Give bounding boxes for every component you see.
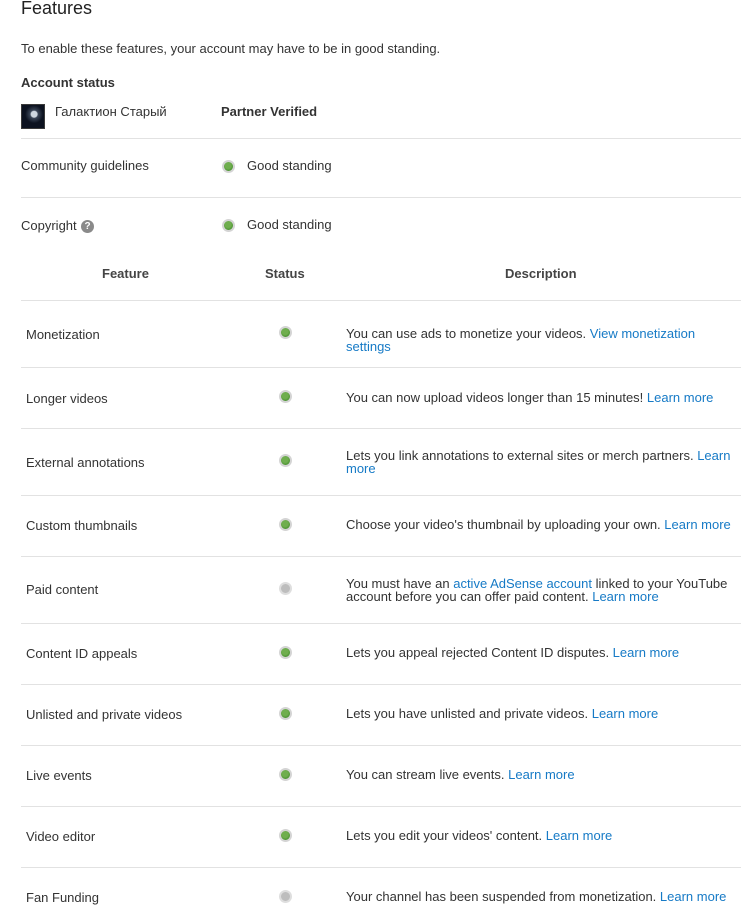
- feature-description: Lets you link annotations to external si…: [346, 449, 736, 475]
- feature-name: Monetization: [26, 327, 100, 342]
- learn-more-link[interactable]: Learn more: [660, 889, 726, 904]
- avatar: [21, 104, 45, 129]
- feature-description: You can use ads to monetize your videos.…: [346, 327, 736, 353]
- learn-more-link[interactable]: Learn more: [592, 589, 658, 604]
- feature-description: You can now upload videos longer than 15…: [346, 391, 736, 404]
- status-dot: [279, 707, 292, 720]
- table-header-description: Description: [505, 266, 577, 281]
- description-text: Lets you link annotations to external si…: [346, 448, 698, 463]
- feature-description: Your channel has been suspended from mon…: [346, 890, 736, 903]
- description-text: You can stream live events.: [346, 767, 509, 782]
- learn-more-link[interactable]: Learn more: [664, 517, 730, 532]
- feature-name: External annotations: [26, 455, 145, 470]
- description-text: Lets you have unlisted and private video…: [346, 706, 592, 721]
- help-icon[interactable]: ?: [81, 220, 94, 233]
- learn-more-link[interactable]: Learn more: [508, 767, 574, 782]
- status-dot: [279, 768, 292, 781]
- learn-more-link[interactable]: Learn more: [546, 828, 612, 843]
- feature-name: Live events: [26, 768, 92, 783]
- account-name: Галактион Старый: [55, 104, 167, 119]
- status-dot: [279, 829, 292, 842]
- partner-verified-label: Partner Verified: [221, 104, 318, 119]
- account-status-title: Account status: [21, 75, 115, 90]
- divider: [21, 138, 741, 139]
- feature-name: Fan Funding: [26, 890, 99, 905]
- divider: [21, 623, 741, 624]
- community-guidelines-status-dot: [222, 160, 235, 173]
- page-title: Features: [21, 0, 93, 18]
- learn-more-link[interactable]: Learn more: [592, 706, 658, 721]
- feature-description: You can stream live events. Learn more: [346, 768, 736, 781]
- feature-name: Longer videos: [26, 391, 108, 406]
- community-guidelines-value: Good standing: [247, 158, 332, 173]
- divider: [21, 428, 741, 429]
- divider: [21, 684, 741, 685]
- status-dot: [279, 646, 292, 659]
- status-dot: [279, 390, 292, 403]
- divider: [21, 495, 741, 496]
- table-header-status: Status: [265, 266, 305, 281]
- feature-name: Content ID appeals: [26, 646, 138, 661]
- table-header-feature: Feature: [102, 266, 149, 281]
- description-text: Your channel has been suspended from mon…: [346, 889, 660, 904]
- feature-description: Choose your video's thumbnail by uploadi…: [346, 518, 736, 531]
- description-text: Lets you edit your videos' content.: [346, 828, 546, 843]
- divider: [21, 867, 741, 868]
- feature-name: Video editor: [26, 829, 96, 844]
- divider: [21, 806, 741, 807]
- description-text: Choose your video's thumbnail by uploadi…: [346, 517, 665, 532]
- description-text: You can now upload videos longer than 15…: [346, 390, 647, 405]
- copyright-value: Good standing: [247, 217, 332, 232]
- divider: [21, 197, 741, 198]
- feature-name: Unlisted and private videos: [26, 707, 183, 722]
- status-dot: [279, 326, 292, 339]
- learn-more-link[interactable]: Learn more: [613, 645, 679, 660]
- feature-description: You must have an active AdSense account …: [346, 577, 736, 603]
- intro-text: To enable these features, your account m…: [21, 41, 441, 56]
- feature-description: Lets you appeal rejected Content ID disp…: [346, 646, 736, 659]
- status-dot: [279, 582, 292, 595]
- feature-name: Custom thumbnails: [26, 518, 138, 533]
- divider: [21, 367, 741, 368]
- divider: [21, 745, 741, 746]
- copyright-label: Copyright: [21, 218, 77, 233]
- divider: [21, 300, 741, 301]
- feature-name: Paid content: [26, 582, 99, 597]
- status-dot: [279, 454, 292, 467]
- community-guidelines-label: Community guidelines: [21, 158, 149, 173]
- status-dot: [279, 890, 292, 903]
- status-dot: [279, 518, 292, 531]
- feature-description: Lets you have unlisted and private video…: [346, 707, 736, 720]
- learn-more-link[interactable]: Learn more: [647, 390, 713, 405]
- copyright-status-dot: [222, 219, 235, 232]
- feature-description: Lets you edit your videos' content. Lear…: [346, 829, 736, 842]
- description-text: Lets you appeal rejected Content ID disp…: [346, 645, 613, 660]
- divider: [21, 556, 741, 557]
